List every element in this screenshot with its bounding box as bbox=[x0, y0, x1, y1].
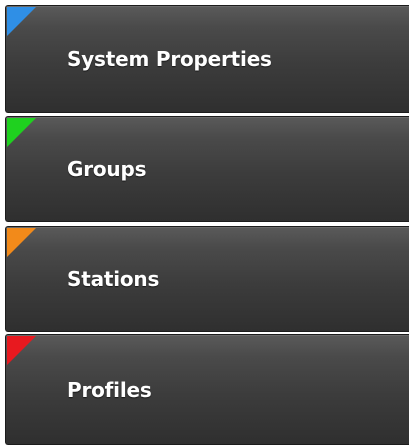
navigation-menu: System Properties Groups Stations Profil… bbox=[5, 5, 409, 445]
corner-accent-indicator bbox=[7, 7, 36, 36]
corner-accent-indicator bbox=[7, 228, 36, 257]
menu-item-stations[interactable]: Stations bbox=[5, 226, 409, 332]
corner-accent-indicator bbox=[7, 336, 36, 365]
menu-item-label: Stations bbox=[67, 267, 160, 291]
menu-item-system-properties[interactable]: System Properties bbox=[5, 5, 409, 113]
menu-item-profiles[interactable]: Profiles bbox=[5, 334, 409, 445]
menu-item-label: System Properties bbox=[67, 47, 272, 71]
menu-item-label: Groups bbox=[67, 157, 147, 181]
menu-item-label: Profiles bbox=[67, 377, 152, 402]
menu-item-groups[interactable]: Groups bbox=[5, 116, 409, 222]
corner-accent-indicator bbox=[7, 118, 36, 147]
